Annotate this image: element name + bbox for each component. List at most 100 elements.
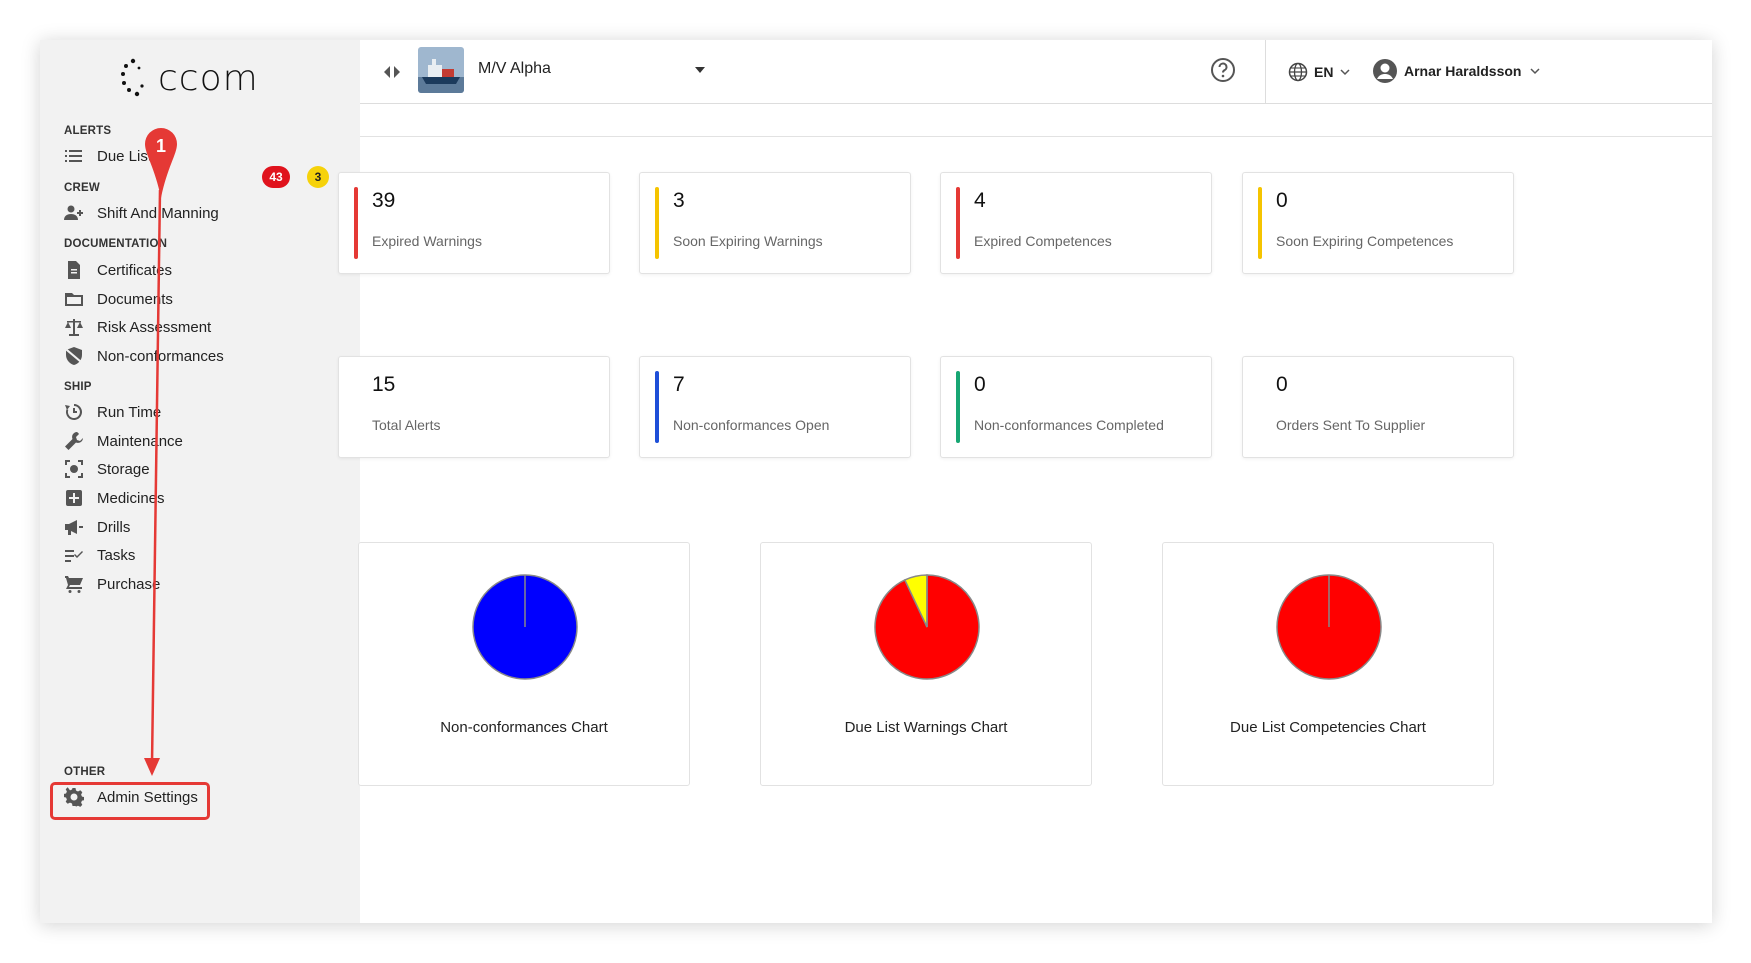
section-documentation: DOCUMENTATION [64,238,168,250]
stat-card-non-conformances-completed[interactable]: 0 Non-conformances Completed [940,356,1212,458]
pie-chart[interactable] [471,573,579,681]
card-value: 15 [372,373,396,396]
due-list-yellow-badge: 3 [307,166,329,188]
sidebar-item-drills[interactable]: Drills [64,514,130,540]
card-value: 3 [673,189,685,212]
card-value: 0 [1276,373,1288,396]
card-accent-bar [1258,187,1262,259]
sidebar-item-non-conformances[interactable]: Non-conformances [64,343,224,369]
admin-settings-highlight [50,782,210,820]
sidebar-item-label: Risk Assessment [97,318,212,336]
card-accent-bar [956,187,960,259]
megaphone-icon [65,520,83,535]
logo-text: ccom [158,57,259,99]
sidebar-item-medicines[interactable]: Medicines [64,485,165,511]
sidebar-item-storage[interactable]: Storage [64,456,150,482]
topbar-divider [1265,40,1266,104]
ship-thumbnail [418,47,464,93]
pie-chart[interactable] [1275,573,1383,681]
sidebar-item-due-list[interactable]: Due List [64,143,152,169]
sidebar-item-label: Purchase [97,575,161,593]
clock-history-icon [65,404,82,420]
sidebar-item-shift-and-manning[interactable]: Shift And Manning [64,200,219,226]
sidebar-item-label: Non-conformances [97,347,224,365]
folder-icon [65,293,83,306]
card-accent-bar [655,187,659,259]
sidebar-item-label: Drills [97,518,131,536]
stat-card-expired-warnings[interactable]: 39 Expired Warnings [338,172,610,274]
stat-card-orders-sent-to-supplier[interactable]: 0 Orders Sent To Supplier [1242,356,1514,458]
sidebar-item-risk-assessment[interactable]: Risk Assessment [64,314,211,340]
sidebar-item-purchase[interactable]: Purchase [64,571,160,597]
card-accent-bar [655,371,659,443]
chart-title: Due List Warnings Chart [844,719,1008,736]
sidebar-item-tasks[interactable]: Tasks [64,542,135,568]
card-accent-bar [354,187,358,259]
chart-card-due-list-competencies[interactable]: Due List Competencies Chart [1162,542,1494,786]
sidebar-item-certificates[interactable]: Certificates [64,257,172,283]
sidebar-item-documents[interactable]: Documents [64,286,173,312]
card-label: Soon Expiring Warnings [673,233,823,249]
chevron-down-icon[interactable] [695,67,705,73]
globe-icon [1288,62,1308,82]
stat-card-expired-competences[interactable]: 4 Expired Competences [940,172,1212,274]
sidebar-item-label: Certificates [97,261,173,279]
topbar: M/V Alpha EN Arnar Haraldsson [360,40,1712,104]
sidebar-item-label: Run Time [97,403,162,421]
chart-title: Non-conformances Chart [440,719,608,736]
stat-card-soon-expiring-warnings[interactable]: 3 Soon Expiring Warnings [639,172,911,274]
card-label: Orders Sent To Supplier [1276,417,1426,433]
sidebar: ccom ALERTS Due List 43 3 CREW Shift And… [40,40,360,923]
sidebar-item-run-time[interactable]: Run Time [64,399,161,425]
scale-icon [65,319,83,336]
due-list-red-badge: 43 [262,166,290,188]
chevron-down-icon [1530,68,1541,75]
sidebar-item-label: Tasks [97,546,136,564]
chart-card-due-list-warnings[interactable]: Due List Warnings Chart [760,542,1092,786]
app-window: ccom ALERTS Due List 43 3 CREW Shift And… [40,40,1712,923]
medical-cross-icon [66,490,82,506]
section-other: OTHER [64,766,106,778]
sidebar-item-label: Medicines [97,489,165,507]
sidebar-item-label: Due List [97,147,153,165]
card-value: 0 [1276,189,1288,212]
section-crew: CREW [64,182,100,194]
help-icon[interactable] [1210,57,1236,83]
ship-selector[interactable]: M/V Alpha [478,60,551,78]
checklist-icon [65,550,83,562]
stat-card-non-conformances-open[interactable]: 7 Non-conformances Open [639,356,911,458]
logo-dots-icon [121,58,144,97]
shield-off-icon [65,347,84,365]
card-value: 39 [372,189,396,212]
stat-card-total-alerts[interactable]: 15 Total Alerts [338,356,610,458]
user-menu[interactable]: Arnar Haraldsson [1372,58,1541,84]
card-label: Expired Warnings [372,233,482,249]
chart-title: Due List Competencies Chart [1230,719,1426,736]
add-user-icon [64,205,83,220]
card-label: Total Alerts [372,417,441,433]
document-icon [68,261,80,279]
card-label: Expired Competences [974,233,1112,249]
logo[interactable]: ccom [120,48,259,108]
chart-card-non-conformances[interactable]: Non-conformances Chart [358,542,690,786]
sidebar-item-label: Storage [97,460,150,478]
card-accent-bar [956,371,960,443]
section-alerts: ALERTS [64,125,112,137]
stat-card-soon-expiring-competences[interactable]: 0 Soon Expiring Competences [1242,172,1514,274]
toolbar-separator [360,136,1712,137]
language-selector[interactable]: EN [1288,62,1351,82]
card-value: 4 [974,189,986,212]
wrench-icon [65,432,83,450]
chevron-down-icon [1340,69,1350,76]
collapse-sidebar-icon[interactable] [382,62,402,82]
card-value: 0 [974,373,986,396]
card-label: Non-conformances Completed [974,417,1164,433]
pie-chart[interactable] [873,573,981,681]
cart-icon [65,576,83,593]
sidebar-item-label: Maintenance [97,432,183,450]
card-label: Non-conformances Open [673,417,830,433]
section-ship: SHIP [64,381,92,393]
sidebar-item-maintenance[interactable]: Maintenance [64,428,183,454]
user-name: Arnar Haraldsson [1404,63,1522,79]
storage-scan-icon [65,460,83,478]
